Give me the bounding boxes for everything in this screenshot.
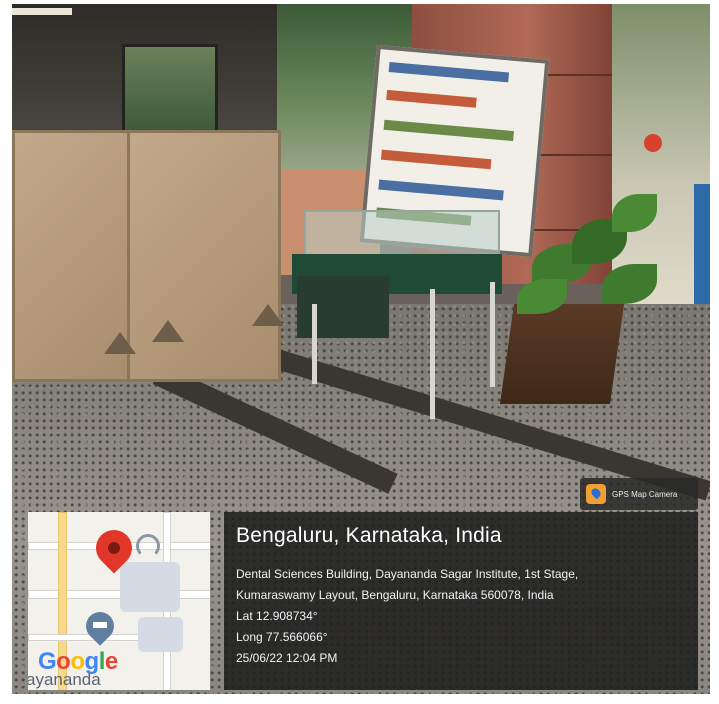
location-info-panel: Bengaluru, Karnataka, India Dental Scien…: [224, 512, 698, 690]
red-sign: [644, 134, 662, 152]
badge-label: GPS Map Camera: [612, 489, 678, 499]
latitude: Lat 12.908734°: [236, 609, 318, 623]
address-line-2: Kumaraswamy Layout, Bengaluru, Karnataka…: [236, 588, 554, 602]
gps-map-camera-icon: [586, 484, 606, 504]
back-window: [122, 44, 218, 135]
partition-foot: [104, 332, 136, 354]
partition-foot: [252, 304, 284, 326]
gps-map-camera-badge: GPS Map Camera: [580, 478, 698, 510]
ceiling-light: [12, 8, 72, 15]
map-place-label: ayananda: [28, 670, 101, 689]
table-leg: [490, 282, 495, 387]
datetime: 25/06/22 12:04 PM: [236, 651, 338, 665]
map-thumbnail: Google ayananda: [28, 512, 210, 690]
plant-pot: [499, 304, 625, 404]
table-cloth: [297, 276, 389, 338]
map-road: [28, 590, 210, 599]
partition-foot: [152, 320, 184, 342]
location-title: Bengaluru, Karnataka, India: [236, 524, 502, 547]
table-leg: [430, 289, 435, 419]
location-outline-icon: [136, 534, 160, 558]
map-building: [138, 617, 183, 652]
partition-panel: [127, 130, 281, 382]
longitude: Long 77.566066°: [236, 630, 328, 644]
address-line-1: Dental Sciences Building, Dayananda Saga…: [236, 567, 579, 581]
table-leg: [312, 304, 317, 384]
map-building: [120, 562, 180, 612]
